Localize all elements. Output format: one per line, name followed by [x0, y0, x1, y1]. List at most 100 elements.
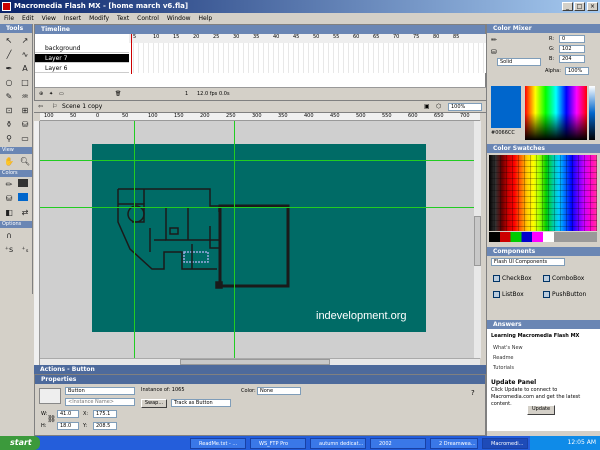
taskbar-task[interactable]: 2002: [370, 438, 426, 449]
straighten-option-icon[interactable]: ⁺ₛ: [18, 243, 32, 256]
y-field[interactable]: 208.5: [93, 422, 117, 430]
vertical-scroll-thumb[interactable]: [474, 216, 481, 266]
add-layer-icon[interactable]: ⊕: [39, 88, 43, 101]
properties-header[interactable]: Properties: [35, 375, 485, 384]
stroke-pen-icon[interactable]: ✏: [491, 36, 497, 44]
line-tool-icon[interactable]: ╱: [2, 48, 16, 61]
timeline-header[interactable]: Timeline: [35, 25, 485, 34]
pen-tool-icon[interactable]: ✒: [2, 62, 16, 75]
answers-link[interactable]: What's New: [493, 345, 523, 351]
menu-window[interactable]: Window: [163, 13, 195, 24]
menu-view[interactable]: View: [38, 13, 60, 24]
menu-help[interactable]: Help: [195, 13, 217, 24]
edit-scene-icon[interactable]: ▣: [424, 101, 430, 113]
vertical-guide[interactable]: [234, 121, 235, 358]
answers-link[interactable]: Readme: [493, 355, 514, 361]
lasso-tool-icon[interactable]: ∿: [18, 48, 32, 61]
actions-panel-header[interactable]: Actions - Button: [34, 365, 486, 374]
floor-plan-drawing[interactable]: [92, 144, 426, 332]
component-item[interactable]: CheckBox: [493, 274, 532, 284]
taskbar-task[interactable]: ReadMe.txt - ...: [190, 438, 246, 449]
component-item[interactable]: ListBox: [493, 290, 524, 300]
back-arrow-icon[interactable]: ⇦: [38, 101, 43, 113]
add-guide-layer-icon[interactable]: ✦: [49, 88, 53, 101]
vertical-scrollbar[interactable]: [474, 121, 481, 358]
delete-layer-icon[interactable]: 🗑︎: [115, 88, 121, 101]
lock-proportions-icon[interactable]: ⛓: [47, 415, 56, 423]
fill-style-select[interactable]: Solid: [497, 58, 541, 66]
taskbar-task[interactable]: autumn dedicat...: [310, 438, 366, 449]
color-swatches-header[interactable]: Color Swatches: [487, 144, 600, 153]
snap-magnet-icon[interactable]: ∩: [2, 229, 16, 242]
start-button[interactable]: start: [0, 436, 40, 450]
stroke-color-swatch[interactable]: [18, 179, 28, 187]
menu-modify[interactable]: Modify: [85, 13, 113, 24]
menu-insert[interactable]: Insert: [60, 13, 85, 24]
vertical-guide[interactable]: [134, 121, 135, 358]
close-button[interactable]: ×: [587, 2, 598, 11]
answers-link[interactable]: Tutorials: [493, 365, 514, 371]
alpha-field[interactable]: 100%: [565, 67, 589, 75]
track-as-select[interactable]: Track as Button: [171, 399, 231, 407]
frame-ruler[interactable]: 5 10 15 20 25 30 35 40 45 50 55 60 65 70…: [129, 34, 486, 43]
pencil-tool-icon[interactable]: ✎: [2, 90, 16, 103]
rectangle-tool-icon[interactable]: □: [18, 76, 32, 89]
width-field[interactable]: 41.0: [57, 410, 79, 418]
swap-colors-icon[interactable]: ⇄: [18, 206, 32, 219]
symbol-behavior-select[interactable]: Button: [65, 387, 135, 395]
fill-bucket-icon[interactable]: ⛁: [491, 48, 497, 56]
menu-control[interactable]: Control: [133, 13, 163, 24]
taskbar-task[interactable]: WS_FTP Pro: [250, 438, 306, 449]
menu-file[interactable]: File: [0, 13, 18, 24]
hand-tool-icon[interactable]: ✋: [2, 155, 16, 168]
gradient-swatches[interactable]: [489, 232, 597, 242]
blue-field[interactable]: 204: [559, 55, 585, 63]
swap-button[interactable]: Swap...: [141, 399, 167, 408]
horizontal-guide[interactable]: [40, 207, 480, 208]
green-field[interactable]: 102: [559, 45, 585, 53]
horizontal-scrollbar[interactable]: [40, 358, 480, 365]
brush-tool-icon[interactable]: ♒: [18, 90, 32, 103]
red-field[interactable]: 0: [559, 35, 585, 43]
fill-color-swatch[interactable]: [18, 193, 28, 201]
taskbar-task[interactable]: 2 Dreamwea...: [430, 438, 478, 449]
answers-header[interactable]: Answers: [487, 320, 600, 329]
free-transform-tool-icon[interactable]: ⊡: [2, 104, 16, 117]
fill-transform-tool-icon[interactable]: ⊞: [18, 104, 32, 117]
fill-color-icon[interactable]: ⛁: [2, 192, 16, 205]
text-tool-icon[interactable]: A: [18, 62, 32, 75]
stroke-color-icon[interactable]: ✏: [2, 178, 16, 191]
x-field[interactable]: 175.1: [93, 410, 117, 418]
zoom-select[interactable]: 100%: [448, 103, 482, 111]
minimize-button[interactable]: _: [562, 2, 573, 11]
swatch-grid[interactable]: [489, 155, 597, 231]
menu-edit[interactable]: Edit: [18, 13, 38, 24]
instance-name-input[interactable]: <Instance Name>: [65, 398, 135, 406]
edit-symbol-icon[interactable]: ⬡: [436, 101, 441, 113]
components-header[interactable]: Components: [487, 247, 600, 256]
frame-grid[interactable]: [129, 43, 486, 73]
zoom-tool-icon[interactable]: 🔍︎: [18, 155, 32, 168]
component-set-select[interactable]: Flash UI Components: [491, 258, 565, 266]
height-field[interactable]: 18.0: [57, 422, 79, 430]
oval-tool-icon[interactable]: ○: [2, 76, 16, 89]
update-button[interactable]: Update: [527, 405, 555, 415]
smooth-option-icon[interactable]: ⁺ꜱ: [2, 243, 16, 256]
playhead[interactable]: [131, 34, 132, 74]
ink-bottle-tool-icon[interactable]: ⚱: [2, 118, 16, 131]
eyedropper-tool-icon[interactable]: ⚲: [2, 132, 16, 145]
stage[interactable]: indevelopment.org: [92, 144, 426, 332]
help-icon[interactable]: ?: [471, 389, 475, 397]
color-effect-select[interactable]: None: [257, 387, 301, 395]
color-spectrum[interactable]: [525, 86, 587, 140]
subselect-tool-icon[interactable]: ↗: [18, 34, 32, 47]
layer-row[interactable]: background: [35, 44, 129, 53]
arrow-tool-icon[interactable]: ↖: [2, 34, 16, 47]
brightness-slider[interactable]: [589, 86, 595, 140]
paint-bucket-tool-icon[interactable]: ⛁: [18, 118, 32, 131]
color-mixer-header[interactable]: Color Mixer: [487, 24, 600, 33]
component-item[interactable]: PushButton: [543, 290, 586, 300]
eraser-tool-icon[interactable]: ▭: [18, 132, 32, 145]
layer-row[interactable]: Layer 7: [35, 54, 129, 63]
component-item[interactable]: ComboBox: [543, 274, 584, 284]
